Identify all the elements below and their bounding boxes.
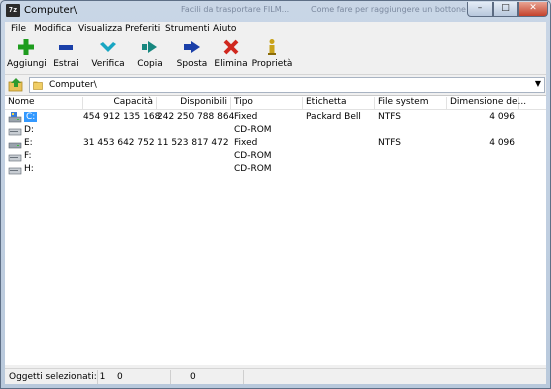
menu-file[interactable]: File [11,24,26,34]
drive-capacity: 31 453 642 752 [83,138,155,148]
move-button[interactable]: Sposta [173,38,211,73]
delete-button-label: Elimina [214,59,248,69]
table-row[interactable]: C: 454 912 135 168 242 250 788 864 Fixed Pac… [5,111,546,124]
drive-name: H: [24,164,34,174]
drive-capacity: 454 912 135 168 [83,112,161,122]
background-window-title: Facili da trasportare FILM... [181,5,290,14]
folder-up-icon[interactable] [7,77,25,93]
drive-name: C: [24,112,38,122]
column-filesystem[interactable]: File system [375,97,447,110]
status-size: 0 [117,372,123,382]
extract-button-label: Estrai [53,59,79,69]
move-button-label: Sposta [176,59,208,69]
column-name[interactable]: Nome [5,97,83,110]
test-button[interactable]: Verifica [89,38,127,73]
address-field[interactable]: Computer\ ▼ [29,77,545,93]
menu-modifica[interactable]: Modifica [34,24,72,34]
client-area: File Modifica Visualizza Preferiti Strum… [5,22,546,384]
drive-type: Fixed [234,112,258,122]
table-row[interactable]: D: CD-ROM [5,124,546,137]
toolbar: Aggiungi Estrai Verifica Copia Sposta El… [5,37,546,75]
column-available[interactable]: Disponibili [157,97,231,110]
status-bar: Oggetti selezionati: 1 0 0 [5,368,546,384]
app-window: 7z Computer\ Facili da trasportare FILM.… [0,0,551,389]
minimize-button[interactable]: – [467,2,493,17]
status-divider [243,370,244,384]
properties-button[interactable]: Proprietà [251,38,293,73]
column-type[interactable]: Tipo [231,97,303,110]
menu-visualizza[interactable]: Visualizza [78,24,122,34]
test-button-label: Verifica [91,59,125,69]
7zip-logo-icon: 7z [6,4,20,17]
drive-type: CD-ROM [234,164,272,174]
drive-label: Packard Bell [306,112,361,122]
folder-icon [33,81,43,90]
column-capacity[interactable]: Capacità [83,97,157,110]
hard-disk-icon [8,142,22,149]
drive-available: 242 250 788 864 [157,112,235,122]
table-row[interactable]: H: CD-ROM [5,163,546,176]
table-row[interactable]: F: CD-ROM [5,150,546,163]
drive-filesystem: NTFS [378,138,401,148]
move-arrow-icon [184,41,200,53]
hard-disk-icon [8,112,22,123]
file-list[interactable]: Nome Capacità Disponibili Tipo Etichetta… [5,95,546,365]
table-row[interactable]: E: 31 453 642 752 11 523 817 472 Fixed NTFS 4… [5,137,546,150]
column-cluster-size[interactable]: Dimensione de... [447,97,526,110]
chevron-down-icon[interactable]: ▼ [535,79,541,88]
column-label[interactable]: Etichetta [303,97,375,110]
delete-x-icon [223,39,239,55]
drive-available: 11 523 817 472 [157,138,229,148]
drive-name: D: [24,125,34,135]
status-divider [170,370,171,384]
cd-drive-icon [8,167,22,175]
copy-button-label: Copia [137,59,163,69]
status-selected: Oggetti selezionati: 1 [9,372,106,382]
list-header: Nome Capacità Disponibili Tipo Etichetta… [5,96,546,110]
drive-type: CD-ROM [234,125,272,135]
address-bar: Computer\ ▼ [5,76,546,94]
menu-bar: File Modifica Visualizza Preferiti Strum… [5,22,546,37]
menu-aiuto[interactable]: Aiuto [213,24,236,34]
properties-button-label: Proprietà [251,59,293,69]
add-button[interactable]: Aggiungi [7,38,47,73]
copy-button[interactable]: Copia [133,38,167,73]
background-window-title-2: Come fare per raggiungere un bottone [311,5,466,14]
close-button[interactable]: ✕ [518,2,548,17]
extract-button[interactable]: Estrai [49,38,83,73]
copy-arrow-icon [142,41,157,53]
delete-button[interactable]: Elimina [214,38,248,73]
title-bar[interactable]: 7z Computer\ Facili da trasportare FILM.… [1,1,550,21]
menu-strumenti[interactable]: Strumenti [165,24,210,34]
plus-icon [18,39,34,55]
drive-name: F: [24,151,32,161]
drive-cluster: 4 096 [489,112,515,122]
drive-type: CD-ROM [234,151,272,161]
window-title: Computer\ [24,5,78,16]
cd-drive-icon [8,154,22,162]
drive-name: E: [24,138,33,148]
check-icon [100,42,116,52]
drive-cluster: 4 096 [489,138,515,148]
minus-icon [59,45,73,50]
status-packed-size: 0 [190,372,196,382]
drive-type: Fixed [234,138,258,148]
maximize-button[interactable]: □ [493,2,518,17]
address-path: Computer\ [49,80,97,90]
drive-filesystem: NTFS [378,112,401,122]
menu-preferiti[interactable]: Preferiti [125,24,160,34]
add-button-label: Aggiungi [7,59,47,69]
info-icon [268,39,276,55]
cd-drive-icon [8,128,22,136]
status-divider [97,370,98,384]
